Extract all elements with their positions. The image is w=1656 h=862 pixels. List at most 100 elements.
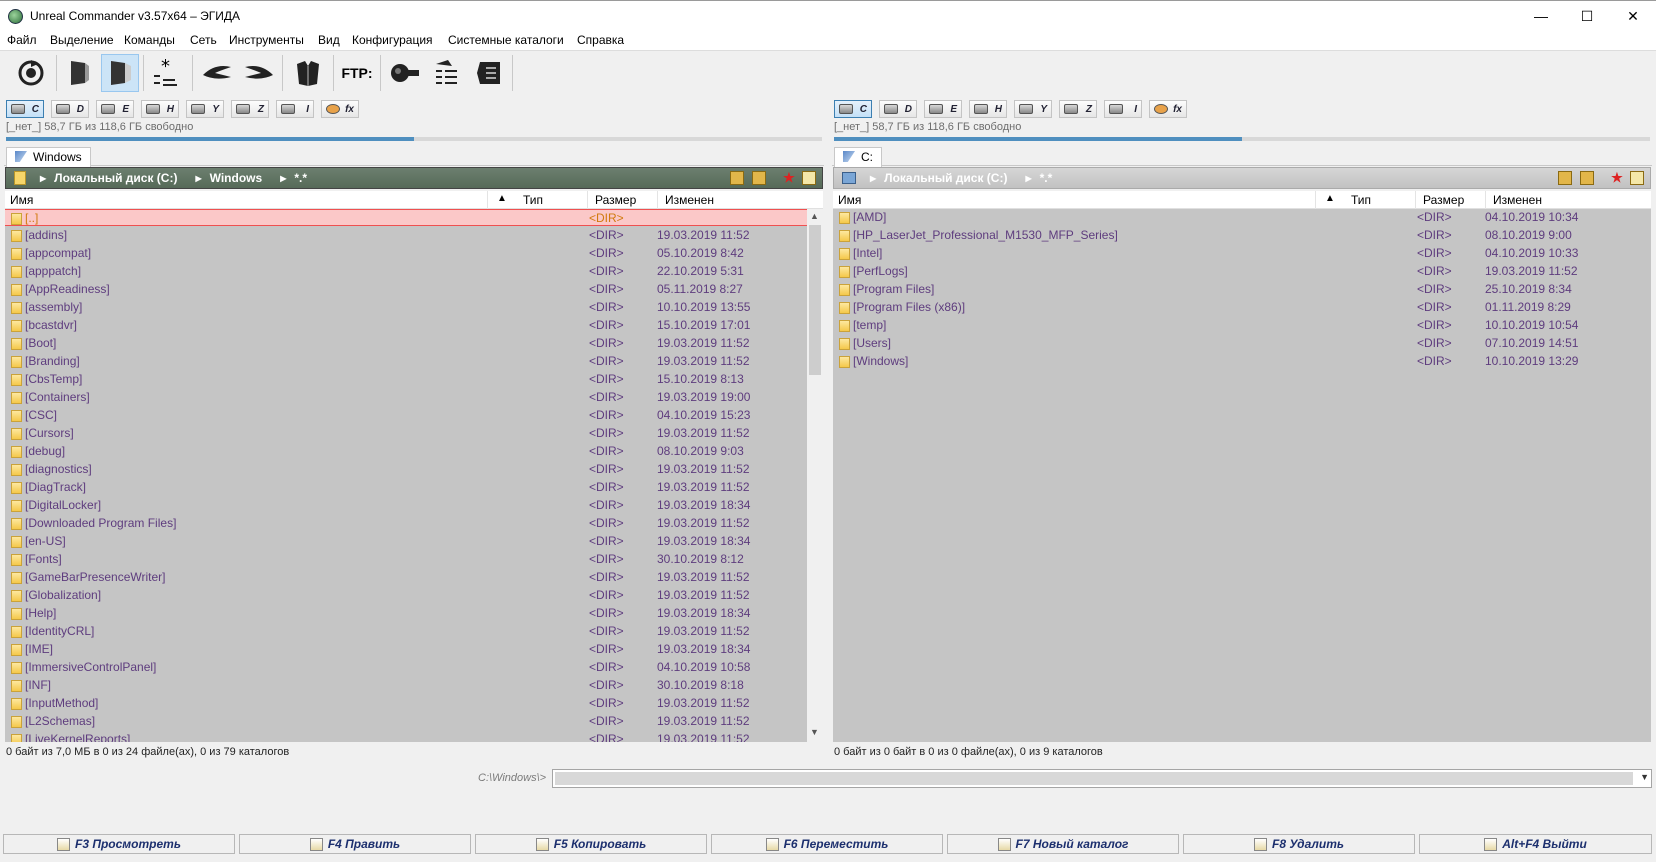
right-network-drive-button[interactable]: I xyxy=(1104,100,1142,118)
file-row[interactable]: [InputMethod] <DIR> 19.03.2019 11:52 xyxy=(5,695,807,712)
path-segment[interactable]: Локальный диск (C:) xyxy=(54,171,177,185)
ftp-label[interactable]: FTP: xyxy=(338,54,376,92)
file-row[interactable]: [DiagTrack] <DIR> 19.03.2019 11:52 xyxy=(5,479,807,496)
left-file-list[interactable]: [..] <DIR> [addins] <DIR> 19.03.2019 11:52 [a… xyxy=(5,209,807,742)
left-drive-y-button[interactable]: Y xyxy=(186,100,224,118)
scroll-thumb[interactable] xyxy=(809,225,821,375)
scroll-up-icon[interactable]: ▲ xyxy=(810,211,819,221)
file-row[interactable]: [L2Schemas] <DIR> 19.03.2019 11:52 xyxy=(5,713,807,730)
menu-tools[interactable]: Инструменты xyxy=(229,33,304,47)
file-row[interactable]: [Fonts] <DIR> 30.10.2019 8:12 xyxy=(5,551,807,568)
file-row[interactable]: [Program Files] <DIR> 25.10.2019 8:34 xyxy=(833,281,1651,298)
file-row[interactable]: [Boot] <DIR> 19.03.2019 11:52 xyxy=(5,335,807,352)
command-line-input[interactable]: ▼ xyxy=(552,769,1652,788)
file-row[interactable]: [Program Files (x86)] <DIR> 01.11.2019 8:2… xyxy=(833,299,1651,316)
f7-new-folder-button[interactable]: F7 Новый каталог xyxy=(947,834,1179,854)
column-name[interactable]: Имя xyxy=(10,193,33,207)
right-fx-button[interactable]: fx xyxy=(1149,100,1187,118)
parent-folder-icon[interactable] xyxy=(752,171,766,185)
sync-dirs-icon[interactable] xyxy=(428,54,466,92)
file-row[interactable]: [INF] <DIR> 30.10.2019 8:18 xyxy=(5,677,807,694)
path-segment[interactable]: Windows xyxy=(210,171,263,185)
menu-network[interactable]: Сеть xyxy=(190,33,217,47)
file-row[interactable]: [temp] <DIR> 10.10.2019 10:54 xyxy=(833,317,1651,334)
right-drive-z-button[interactable]: Z xyxy=(1059,100,1097,118)
column-size[interactable]: Размер xyxy=(1423,193,1464,207)
right-tab-c[interactable]: C: xyxy=(834,147,882,167)
file-row[interactable]: [HP_LaserJet_Professional_M1530_MFP_Seri… xyxy=(833,227,1651,244)
root-folder-icon[interactable] xyxy=(730,171,744,185)
column-name[interactable]: Имя xyxy=(838,193,861,207)
file-row[interactable]: [Users] <DIR> 07.10.2019 14:51 xyxy=(833,335,1651,352)
file-row[interactable]: [ImmersiveControlPanel] <DIR> 04.10.2019 1… xyxy=(5,659,807,676)
file-row[interactable]: [AppReadiness] <DIR> 05.11.2019 8:27 xyxy=(5,281,807,298)
parent-dir-row[interactable]: [..] <DIR> xyxy=(5,209,807,226)
search-icon[interactable] xyxy=(386,54,424,92)
f6-move-button[interactable]: F6 Переместить xyxy=(711,834,943,854)
file-row[interactable]: [bcastdvr] <DIR> 15.10.2019 17:01 xyxy=(5,317,807,334)
forward-icon[interactable] xyxy=(240,54,278,92)
left-network-drive-button[interactable]: I xyxy=(276,100,314,118)
menu-view[interactable]: Вид xyxy=(318,33,340,47)
menu-commands[interactable]: Команды xyxy=(124,33,175,47)
favorites-icon[interactable]: ★ xyxy=(1610,171,1624,185)
f3-view-button[interactable]: F3 Просмотреть xyxy=(3,834,235,854)
path-segment[interactable]: Локальный диск (C:) xyxy=(884,171,1007,185)
file-row[interactable]: [apppatch] <DIR> 22.10.2019 5:31 xyxy=(5,263,807,280)
left-drive-z-button[interactable]: Z xyxy=(231,100,269,118)
select-mask-icon[interactable]: * xyxy=(148,54,186,92)
file-row[interactable]: [IME] <DIR> 19.03.2019 18:34 xyxy=(5,641,807,658)
left-drive-d-button[interactable]: D xyxy=(51,100,89,118)
file-row[interactable]: [GameBarPresenceWriter] <DIR> 19.03.2019 1… xyxy=(5,569,807,586)
right-drive-e-button[interactable]: E xyxy=(924,100,962,118)
file-row[interactable]: [LiveKernelReports] <DIR> 19.03.2019 11:52 xyxy=(5,731,807,742)
minimize-button[interactable]: — xyxy=(1518,1,1564,31)
column-type[interactable]: Тип xyxy=(1351,193,1371,207)
file-row[interactable]: [debug] <DIR> 08.10.2019 9:03 xyxy=(5,443,807,460)
right-drive-y-button[interactable]: Y xyxy=(1014,100,1052,118)
f5-copy-button[interactable]: F5 Копировать xyxy=(475,834,707,854)
right-drive-c-button[interactable]: C xyxy=(834,100,872,118)
file-row[interactable]: [en-US] <DIR> 19.03.2019 18:34 xyxy=(5,533,807,550)
file-row[interactable]: [Globalization] <DIR> 19.03.2019 11:52 xyxy=(5,587,807,604)
history-icon[interactable] xyxy=(802,171,816,185)
left-drive-c-button[interactable]: C xyxy=(6,100,44,118)
file-row[interactable]: [CSC] <DIR> 04.10.2019 15:23 xyxy=(5,407,807,424)
right-file-list[interactable]: [AMD] <DIR> 04.10.2019 10:34 [HP_LaserJet_P… xyxy=(833,209,1651,742)
menu-system-folders[interactable]: Системные каталоги xyxy=(448,33,564,47)
left-drive-e-button[interactable]: E xyxy=(96,100,134,118)
file-row[interactable]: [addins] <DIR> 19.03.2019 11:52 xyxy=(5,227,807,244)
app-icon[interactable] xyxy=(8,9,23,24)
menu-file[interactable]: Файл xyxy=(7,33,37,47)
right-drive-h-button[interactable]: H xyxy=(969,100,1007,118)
sort-ascending-icon[interactable]: ▲ xyxy=(1325,193,1335,204)
scroll-down-icon[interactable]: ▼ xyxy=(810,727,819,737)
left-scrollbar[interactable]: ▲ ▼ xyxy=(807,209,823,742)
one-panel-icon[interactable] xyxy=(60,54,98,92)
file-row[interactable]: [IdentityCRL] <DIR> 19.03.2019 11:52 xyxy=(5,623,807,640)
maximize-button[interactable]: ☐ xyxy=(1564,1,1610,31)
right-drive-d-button[interactable]: D xyxy=(879,100,917,118)
file-row[interactable]: [AMD] <DIR> 04.10.2019 10:34 xyxy=(833,209,1651,226)
close-button[interactable]: ✕ xyxy=(1610,1,1656,31)
menu-help[interactable]: Справка xyxy=(577,33,624,47)
column-modified[interactable]: Изменен xyxy=(665,193,714,207)
menu-selection[interactable]: Выделение xyxy=(50,33,114,47)
column-modified[interactable]: Изменен xyxy=(1493,193,1542,207)
history-icon[interactable] xyxy=(1630,171,1644,185)
f4-edit-button[interactable]: F4 Править xyxy=(239,834,471,854)
file-row[interactable]: [Containers] <DIR> 19.03.2019 19:00 xyxy=(5,389,807,406)
file-row[interactable]: [Intel] <DIR> 04.10.2019 10:33 xyxy=(833,245,1651,262)
f8-delete-button[interactable]: F8 Удалить xyxy=(1183,834,1415,854)
archive-icon[interactable] xyxy=(470,54,508,92)
parent-folder-icon[interactable] xyxy=(1580,171,1594,185)
file-row[interactable]: [Help] <DIR> 19.03.2019 18:34 xyxy=(5,605,807,622)
chevron-down-icon[interactable]: ▼ xyxy=(1640,772,1649,782)
sort-ascending-icon[interactable]: ▲ xyxy=(497,193,507,204)
menu-configuration[interactable]: Конфигурация xyxy=(352,33,433,47)
left-tab-windows[interactable]: Windows xyxy=(6,147,91,167)
file-row[interactable]: [Cursors] <DIR> 19.03.2019 11:52 xyxy=(5,425,807,442)
two-panels-icon[interactable] xyxy=(101,54,139,92)
column-size[interactable]: Размер xyxy=(595,193,636,207)
root-folder-icon[interactable] xyxy=(1558,171,1572,185)
